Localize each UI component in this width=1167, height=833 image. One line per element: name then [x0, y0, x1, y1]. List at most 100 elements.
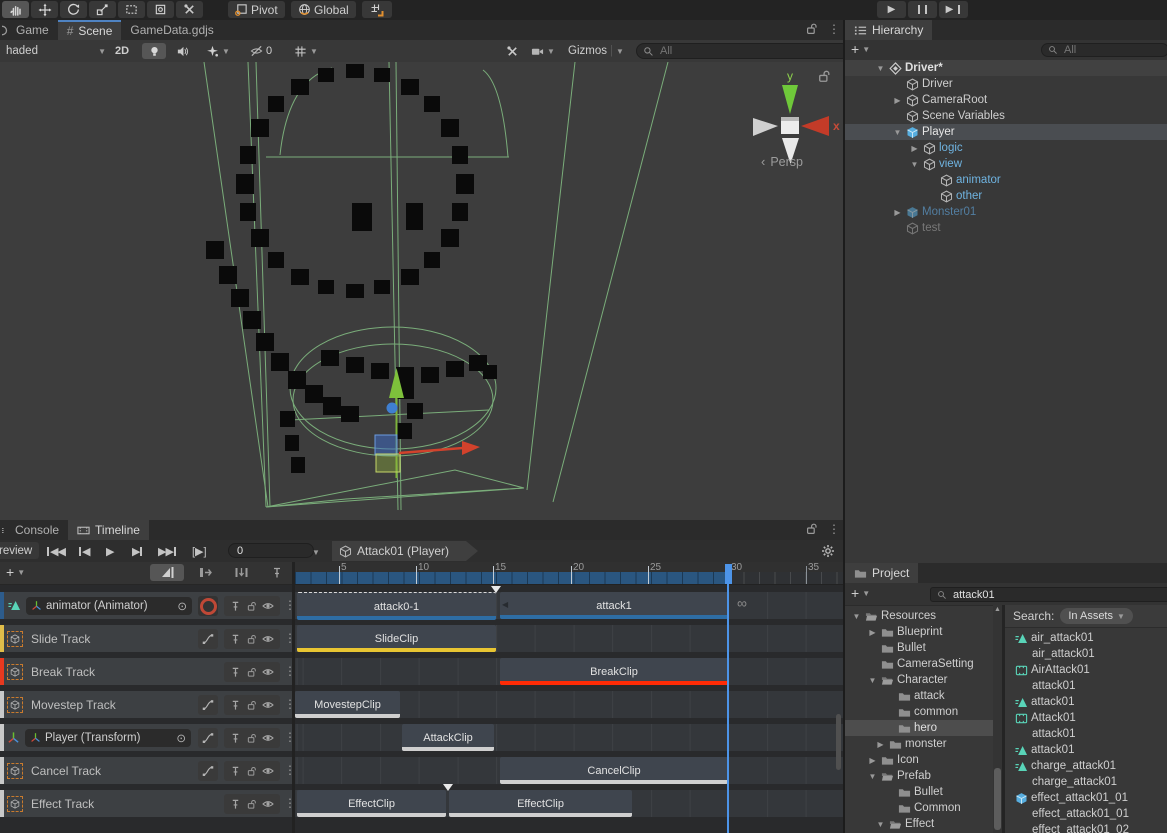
hierarchy-item-monster01[interactable]: ▶ Monster01 — [892, 204, 976, 220]
clip-breakclip[interactable]: BreakClip — [500, 658, 728, 685]
clip-attackclip[interactable]: AttackClip — [402, 724, 494, 751]
track-header-movestep[interactable]: Movestep Track ⋮ — [0, 691, 292, 718]
scale-tool-button[interactable] — [89, 1, 116, 18]
tab-hierarchy[interactable]: Hierarchy — [845, 20, 932, 40]
scroll-up-icon[interactable]: ▲ — [993, 605, 1002, 615]
gizmo-lock-icon[interactable] — [818, 70, 831, 83]
lane-effect[interactable]: EffectClip EffectClip — [295, 790, 843, 817]
folder-character[interactable]: ▼Character — [867, 672, 948, 688]
tab-timeline[interactable]: Timeline — [68, 520, 149, 540]
collapsed-arrow-icon[interactable]: ▶ — [892, 208, 903, 217]
folder-blueprint[interactable]: ▶Blueprint — [867, 624, 942, 640]
collapsed-arrow-icon[interactable]: ▶ — [867, 628, 878, 637]
collapsed-arrow-icon[interactable]: ▶ — [875, 740, 886, 749]
playhead-line[interactable] — [727, 570, 729, 833]
tab-console[interactable]: Console — [0, 520, 68, 540]
timeline-clips-area[interactable]: attack0-1 ◀attack1 ∞ SlideClip BreakClip… — [295, 562, 843, 833]
eye-icon[interactable] — [262, 601, 274, 611]
hierarchy-item-scene[interactable]: ▼ Driver* — [875, 60, 943, 76]
curves-icon[interactable] — [202, 633, 214, 645]
result-charge-attack01-anim[interactable]: charge_attack01 — [1015, 758, 1116, 774]
player-binding-field[interactable]: Player (Transform) ⊙ — [25, 729, 191, 747]
expanded-arrow-icon[interactable]: ▼ — [909, 160, 920, 169]
timeline-play-button[interactable]: ▶ — [106, 545, 113, 558]
scene-effects-dropdown[interactable]: ▼ — [198, 43, 238, 59]
hand-tool-button[interactable] — [2, 1, 29, 18]
rect-tool-button[interactable] — [118, 1, 145, 18]
timeline-lock-icon[interactable] — [806, 523, 818, 535]
eye-icon[interactable] — [262, 700, 274, 710]
ripple-mode-button[interactable] — [190, 564, 220, 581]
pin-icon[interactable] — [230, 667, 241, 678]
timeline-settings-gear-icon[interactable] — [821, 544, 835, 558]
add-track-button[interactable]: +▼ — [6, 564, 25, 580]
step-button[interactable]: ▶ — [939, 1, 968, 18]
record-button[interactable] — [198, 596, 218, 616]
folder-common[interactable]: common — [884, 704, 958, 720]
expanded-arrow-icon[interactable]: ▼ — [875, 64, 886, 73]
rotate-tool-button[interactable] — [60, 1, 87, 18]
scene-audio-button[interactable] — [170, 43, 194, 59]
hierarchy-item-cameraroot[interactable]: ▶ CameraRoot — [892, 92, 987, 108]
scene-search-field[interactable] — [636, 43, 850, 59]
project-search-input[interactable] — [951, 588, 1163, 602]
result-effect-attack01-02[interactable]: effect_attack01_02 — [1032, 822, 1129, 833]
transform-tool-button[interactable] — [147, 1, 174, 18]
tab-game[interactable]: Game — [0, 20, 58, 40]
move-tool-button[interactable] — [31, 1, 58, 18]
result-charge-attack01[interactable]: charge_attack01 — [1032, 774, 1117, 790]
lock-icon[interactable] — [247, 733, 257, 744]
lock-icon[interactable] — [247, 766, 257, 777]
scene-search-input[interactable] — [658, 44, 843, 58]
track-header-slide[interactable]: Slide Track ⋮ — [0, 625, 292, 652]
pin-icon[interactable] — [230, 634, 241, 645]
tab-project[interactable]: Project — [845, 563, 918, 583]
result-air-attack01[interactable]: air_attack01 — [1032, 646, 1095, 662]
frame-input[interactable] — [235, 544, 307, 558]
collapsed-arrow-icon[interactable]: ▶ — [892, 96, 903, 105]
grid-snap-button[interactable] — [362, 1, 392, 18]
lane-cancel[interactable]: CancelClip — [295, 757, 843, 784]
folder-bullet[interactable]: Bullet — [867, 640, 926, 656]
preview-toggle-button[interactable]: review — [0, 542, 39, 559]
pin-icon[interactable] — [230, 733, 241, 744]
project-search-field[interactable] — [930, 587, 1167, 602]
pin-icon[interactable] — [230, 700, 241, 711]
folder-tree-scrollbar[interactable]: ▲ — [993, 605, 1002, 833]
timeline-vertical-scrollbar[interactable] — [836, 714, 841, 770]
lane-player-transform[interactable]: AttackClip — [295, 724, 843, 751]
hidden-objects-button[interactable]: 0 — [244, 43, 278, 59]
pause-button[interactable] — [908, 1, 937, 18]
lane-movestep[interactable]: MovestepClip — [295, 691, 843, 718]
replace-mode-button[interactable] — [226, 564, 256, 581]
global-toggle-button[interactable]: Global — [291, 1, 356, 18]
expanded-arrow-icon[interactable]: ▼ — [867, 676, 878, 685]
eye-icon[interactable] — [262, 799, 274, 809]
scene-tools-button[interactable] — [500, 43, 524, 59]
lane-slide[interactable]: SlideClip — [295, 625, 843, 652]
animator-binding-field[interactable]: animator (Animator) ⊙ — [26, 597, 192, 615]
clip-effectclip-1[interactable]: EffectClip — [297, 790, 446, 817]
hierarchy-search-input[interactable] — [1062, 43, 1162, 57]
clip-movestepclip[interactable]: MovestepClip — [295, 691, 400, 718]
marker-toggle-button[interactable] — [264, 564, 290, 581]
result-attack01-anim-a[interactable]: attack01 — [1015, 694, 1074, 710]
expanded-arrow-icon[interactable]: ▼ — [875, 820, 886, 829]
2d-toggle-button[interactable]: 2D — [108, 43, 136, 59]
eye-icon[interactable] — [262, 634, 274, 644]
timeline-menu-icon[interactable]: ⋮ — [828, 522, 840, 536]
folder-resources[interactable]: ▼Resources — [851, 608, 936, 624]
folder-monster[interactable]: ▶monster — [875, 736, 947, 752]
goto-start-button[interactable]: ◀◀ — [46, 545, 65, 558]
tab-gamedata[interactable]: GameData.gdjs — [121, 20, 222, 40]
perspective-label[interactable]: ‹Persp — [761, 154, 803, 169]
folder-prefab-common[interactable]: Common — [884, 800, 961, 816]
hierarchy-item-logic[interactable]: ▶ logic — [909, 140, 963, 156]
result-attack01-anim-b[interactable]: attack01 — [1015, 742, 1074, 758]
shading-mode-dropdown[interactable]: haded▼ — [0, 43, 112, 59]
collapsed-arrow-icon[interactable]: ▶ — [867, 756, 878, 765]
track-header-effect[interactable]: Effect Track ⋮ — [0, 790, 292, 817]
search-scope-pill[interactable]: In Assets▼ — [1060, 608, 1133, 624]
object-picker-icon[interactable]: ⊙ — [177, 599, 187, 613]
folder-attack[interactable]: attack — [884, 688, 945, 704]
